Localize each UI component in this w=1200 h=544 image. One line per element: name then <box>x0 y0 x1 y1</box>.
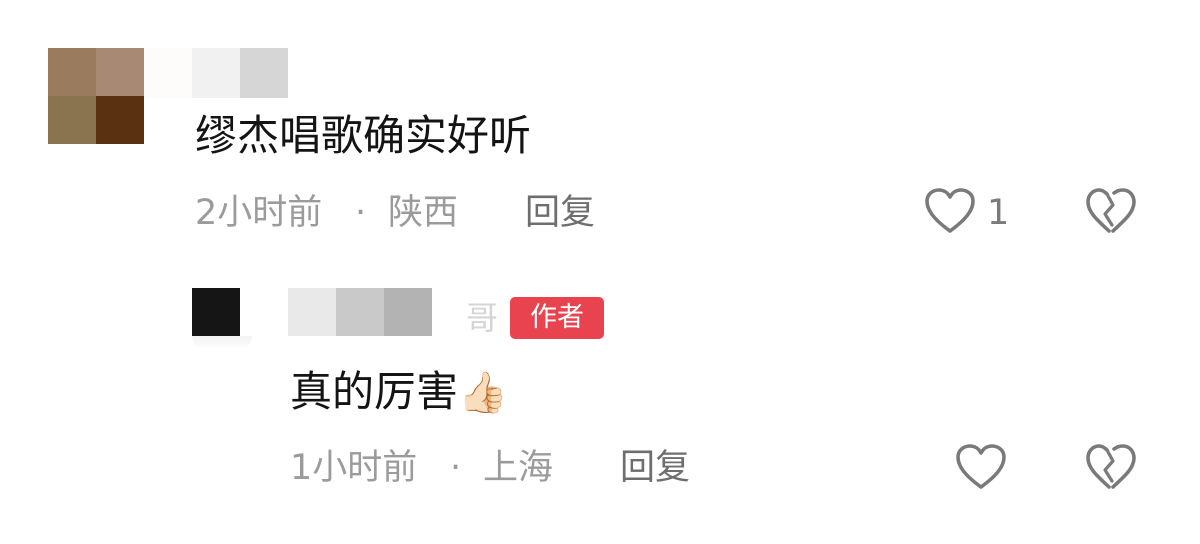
comment-time: 1小时前 <box>290 448 418 488</box>
dislike-button[interactable] <box>1085 443 1137 493</box>
reply-button[interactable]: 回复 <box>525 188 595 238</box>
reply-button[interactable]: 回复 <box>620 443 690 493</box>
like-button[interactable] <box>924 187 976 237</box>
meta-separator: · <box>355 193 367 233</box>
thumbs-up-emoji: 👍🏻 <box>458 370 508 416</box>
comment-text: 真的厉害👍🏻 <box>290 364 508 421</box>
comment-text: 缪杰唱歌确实好听 <box>195 111 532 160</box>
like-button[interactable] <box>955 443 1007 493</box>
username-redacted[interactable] <box>240 288 432 336</box>
meta-separator: · <box>450 448 462 488</box>
heart-icon[interactable] <box>955 443 1007 493</box>
comment-time: 2小时前 <box>195 193 323 233</box>
broken-heart-icon[interactable] <box>1085 443 1137 493</box>
username-redacted[interactable] <box>144 48 288 98</box>
comment-text-body: 真的厉害 <box>290 367 459 416</box>
avatar[interactable] <box>48 48 144 144</box>
comment-location: 上海 <box>483 448 554 488</box>
avatar[interactable] <box>192 288 240 336</box>
heart-icon[interactable] <box>924 187 976 237</box>
username-suffix: 哥 <box>466 299 499 337</box>
broken-heart-icon[interactable] <box>1085 187 1137 237</box>
comment-location: 陕西 <box>388 193 459 233</box>
like-count: 1 <box>987 193 1010 233</box>
author-badge: 作者 <box>510 297 604 339</box>
dislike-button[interactable] <box>1085 187 1137 237</box>
avatar-shadow <box>192 336 252 350</box>
